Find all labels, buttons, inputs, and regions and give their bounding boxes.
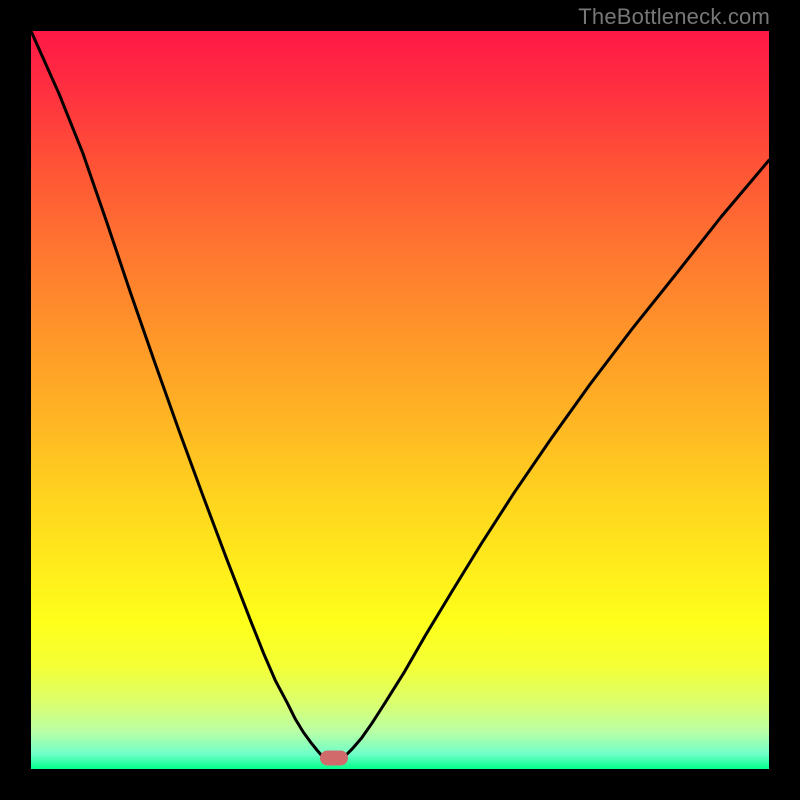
curve-path xyxy=(31,31,769,757)
chart-frame: TheBottleneck.com xyxy=(0,0,800,800)
watermark-text: TheBottleneck.com xyxy=(578,4,770,30)
plot-area xyxy=(31,31,769,769)
optimum-marker xyxy=(320,750,348,765)
curve-layer xyxy=(31,31,769,769)
